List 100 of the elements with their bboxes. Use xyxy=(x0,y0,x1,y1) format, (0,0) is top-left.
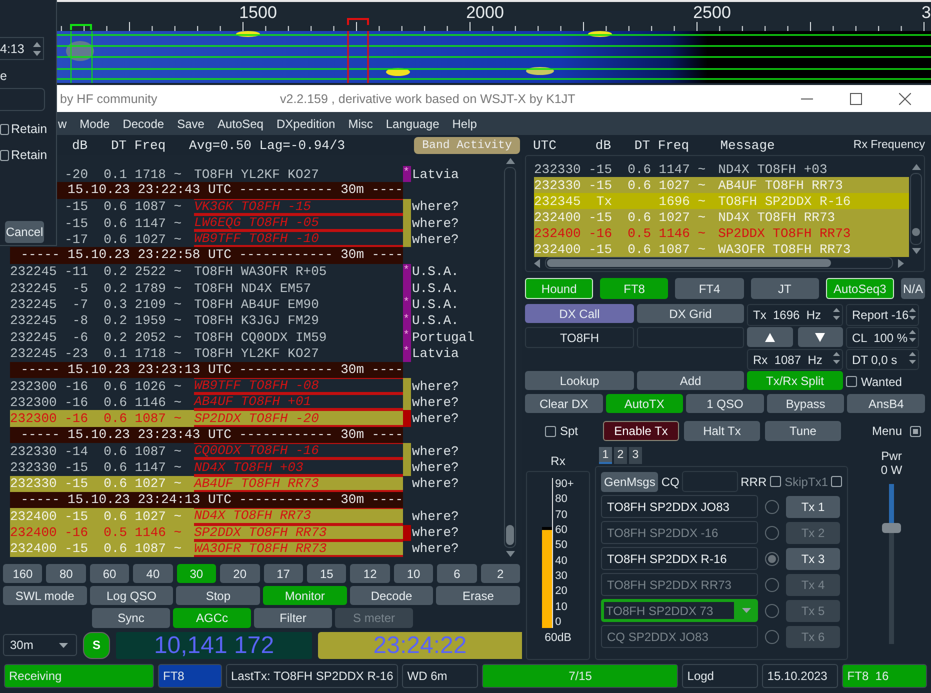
control-button[interactable]: Decode xyxy=(350,586,434,605)
time-spinner[interactable]: 4:13 xyxy=(0,37,44,60)
band-button[interactable]: 60 xyxy=(90,564,130,583)
message-field[interactable]: CQ SP2DDX JO83 xyxy=(601,625,758,648)
add-button[interactable]: Add xyxy=(637,371,744,390)
menu-item[interactable]: w xyxy=(58,116,67,130)
menu-item[interactable]: Misc xyxy=(348,116,373,130)
enable-tx-button[interactable]: Enable Tx xyxy=(603,421,679,441)
halt-tx-button[interactable]: Halt Tx xyxy=(684,421,760,441)
band-button[interactable]: 12 xyxy=(350,564,390,583)
message-field[interactable]: TO8FH SP2DDX R-16 xyxy=(601,547,758,570)
tx-frequency-marker[interactable] xyxy=(347,18,369,25)
mode-button[interactable]: JT xyxy=(750,278,819,299)
tune-button[interactable]: Tune xyxy=(765,421,841,441)
action-button[interactable]: AnsB4 xyxy=(847,394,925,413)
decode-row[interactable]: 232245 -7 0.3 2109 ~ TO8FH AB4UF EM90 xyxy=(10,296,403,313)
filter-button[interactable]: Sync xyxy=(92,608,170,628)
report-spinner[interactable]: Report -16 xyxy=(846,304,919,326)
lookup-button[interactable]: Lookup xyxy=(525,371,634,390)
dx-grid-button[interactable]: DX Grid xyxy=(637,304,744,323)
control-button[interactable]: Log QSO xyxy=(90,586,174,605)
control-button[interactable]: SWL mode xyxy=(3,586,87,605)
radio-button[interactable] xyxy=(765,604,779,618)
menu-item[interactable]: DXpedition xyxy=(276,116,336,130)
menu-item[interactable]: Decode xyxy=(122,116,164,130)
decode-row[interactable]: 232300 -16 0.6 1026 ~ WB9TFF TO8FH -08 xyxy=(10,378,403,394)
menu-item[interactable]: Help xyxy=(452,116,477,130)
message-field[interactable]: TO8FH SP2DDX -16 xyxy=(601,521,758,544)
message-field[interactable]: TO8FH SP2DDX JO83 xyxy=(601,495,758,518)
filter-button[interactable]: Filter xyxy=(254,608,332,628)
scrollbar-thumb[interactable] xyxy=(506,525,514,545)
dx-call-field[interactable]: TO8FH xyxy=(525,327,634,348)
mode-button[interactable]: N/A xyxy=(901,278,926,299)
control-button[interactable]: Erase xyxy=(436,586,520,605)
close-icon[interactable] xyxy=(899,92,911,104)
action-button[interactable]: Bypass xyxy=(766,394,844,413)
tab[interactable]: 1 xyxy=(599,447,612,464)
scroll-right-icon[interactable] xyxy=(898,258,904,268)
radio-button[interactable] xyxy=(765,578,779,592)
band-button[interactable]: 17 xyxy=(264,564,303,583)
radio-button[interactable] xyxy=(765,630,779,644)
cancel-button[interactable]: Cancel xyxy=(5,221,44,243)
decode-row[interactable]: 232245 -6 0.2 2052 ~ TO8FH CQ0ODX IM59 xyxy=(10,328,403,346)
cl-spinner[interactable]: CL 100 % xyxy=(846,327,919,348)
menu-item[interactable]: Save xyxy=(177,116,204,130)
tab[interactable]: 2 xyxy=(614,447,627,464)
message-combo[interactable]: TO8FH SP2DDX 73 xyxy=(601,599,758,622)
maximize-icon[interactable] xyxy=(850,92,862,104)
dx-call-button[interactable]: DX Call xyxy=(525,304,634,323)
decode-row[interactable]: 232245 -5 0.2 1789 ~ TO8FH ND4X EM57 xyxy=(10,280,403,296)
radio-button[interactable] xyxy=(765,500,779,514)
frequency-up-button[interactable] xyxy=(747,327,792,347)
tx-frequency-spinner[interactable]: Tx 1696 Hz xyxy=(747,304,843,326)
scrollbar-thumb[interactable] xyxy=(912,228,920,236)
checkbox[interactable] xyxy=(0,124,9,134)
tx-message-button[interactable]: Tx 3 xyxy=(786,548,840,570)
decode-row[interactable]: 232330 -14 0.6 1087 ~ CQ0ODX TO8FH -16 xyxy=(10,443,403,460)
checkbox[interactable] xyxy=(846,376,857,387)
checkbox[interactable] xyxy=(544,426,556,436)
action-button[interactable]: 1 QSO xyxy=(686,394,764,413)
decode-row[interactable]: -15 0.6 1087 ~ VK3GK TO8FH -15 xyxy=(10,198,403,215)
dt-spinner[interactable]: DT 0,0 s xyxy=(846,349,919,370)
action-button[interactable]: Clear DX xyxy=(525,394,603,413)
generate-messages-button[interactable]: GenMsgs xyxy=(601,472,658,492)
radio-button[interactable] xyxy=(765,526,779,540)
checkbox[interactable] xyxy=(0,150,9,160)
s-meter-toggle[interactable]: S xyxy=(83,632,110,658)
band-button[interactable]: 160 xyxy=(3,564,42,583)
scroll-left-icon[interactable] xyxy=(534,258,540,268)
scroll-up-icon[interactable] xyxy=(506,158,514,164)
band-select[interactable]: 30m xyxy=(3,634,77,656)
band-button[interactable]: 80 xyxy=(46,564,86,583)
band-button[interactable]: 40 xyxy=(133,564,173,583)
menu-item[interactable]: Language xyxy=(386,116,440,130)
decode-row[interactable]: 232245 -11 0.2 2522 ~ TO8FH WA3OFR R+05 xyxy=(10,264,403,280)
tab[interactable]: 3 xyxy=(629,447,642,464)
tx-message-button[interactable]: Tx 1 xyxy=(786,496,840,518)
radio-button[interactable] xyxy=(765,552,779,566)
checkbox[interactable] xyxy=(831,476,842,487)
mode-button[interactable]: FT4 xyxy=(675,278,744,299)
menu-item[interactable]: Mode xyxy=(80,116,110,130)
scrollbar-thumb[interactable] xyxy=(547,259,831,267)
band-button[interactable]: 10 xyxy=(394,564,434,583)
band-button[interactable]: 20 xyxy=(220,564,260,583)
control-button[interactable]: Stop xyxy=(176,586,260,605)
decode-row[interactable]: 232245 -23 0.1 1718 ~ TO8FH YL2KF KO27 xyxy=(10,345,403,362)
band-button[interactable]: 15 xyxy=(306,564,346,583)
slider-handle[interactable] xyxy=(882,522,901,533)
scroll-down-icon[interactable] xyxy=(912,248,920,254)
scroll-up-icon[interactable] xyxy=(912,164,920,170)
checkbox[interactable] xyxy=(910,426,921,436)
rx-frequency-spinner[interactable]: Rx 1087 Hz xyxy=(747,349,843,370)
band-button[interactable]: 6 xyxy=(437,564,477,583)
band-button[interactable]: 2 xyxy=(480,564,520,583)
message-field[interactable]: TO8FH SP2DDX RR73 xyxy=(601,573,758,596)
text-field[interactable] xyxy=(0,88,45,111)
scroll-down-icon[interactable] xyxy=(506,551,514,557)
menu-item[interactable]: AutoSeq xyxy=(217,116,264,130)
decode-row[interactable]: 232245 -8 0.2 1959 ~ TO8FH K3JGJ FM29 xyxy=(10,312,403,329)
rx-frequency-marker[interactable] xyxy=(70,24,92,30)
